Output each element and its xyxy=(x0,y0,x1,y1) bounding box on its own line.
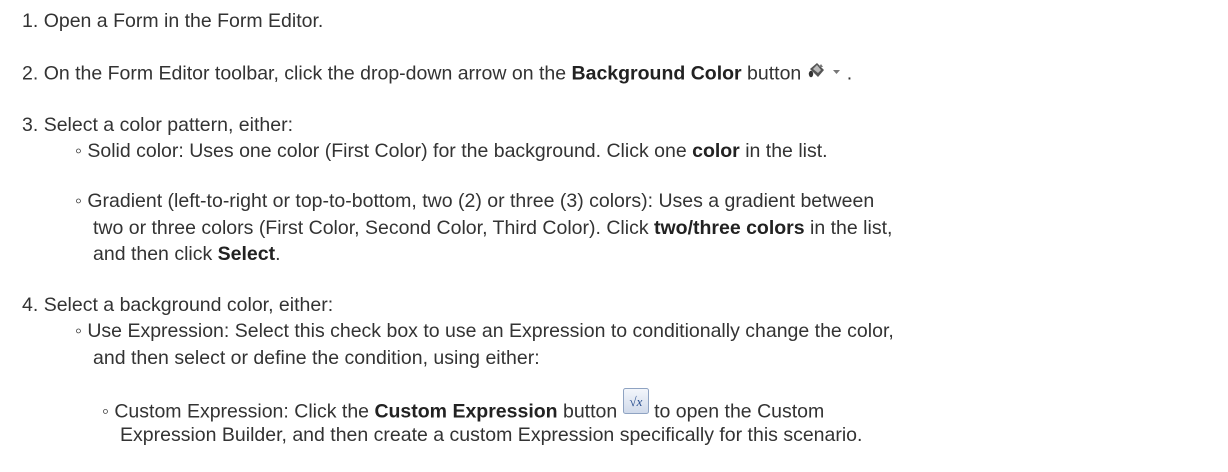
color-label: color xyxy=(692,140,740,162)
sub-2-line-1: Gradient (left-to-right or top-to-bottom… xyxy=(87,190,875,212)
step-3-sub-1: ◦ Solid color: Uses one color (First Col… xyxy=(75,138,828,164)
step-3-text: Select a color pattern, either: xyxy=(43,114,293,136)
select-label: Select xyxy=(217,243,276,265)
bullet-icon: ◦ xyxy=(75,190,82,212)
step-2-text-pre: On the Form Editor toolbar, click the dr… xyxy=(43,62,572,85)
custom-expression-line-2: Expression Builder, and then create a cu… xyxy=(120,424,863,446)
sub-1-text-pre: Solid color: Uses one color (First Color… xyxy=(87,140,693,162)
step-4-sub-1-line-2-text: and then select or define the condition,… xyxy=(93,347,540,369)
step-3-sub-2-line-3: and then click Select. xyxy=(93,241,281,267)
custom-expression-icon: √x xyxy=(622,388,649,421)
sub-2-line-3-post: . xyxy=(275,243,281,265)
step-3: 3. Select a color pattern, either: xyxy=(22,112,293,138)
sub-2-line-3-pre: and then click xyxy=(93,243,218,265)
step-4-sub-1-line-2: and then select or define the condition,… xyxy=(93,345,540,371)
bullet-icon: ◦ xyxy=(102,400,109,423)
step-2: 2. On the Form Editor toolbar, click the… xyxy=(22,60,852,89)
paint-bucket-dropdown-icon xyxy=(807,60,847,89)
sub-2-line-2-pre: two or three colors (First Color, Second… xyxy=(93,217,654,239)
step-1-number: 1. xyxy=(22,10,39,32)
step-4-text: Select a background color, either: xyxy=(43,294,334,316)
step-4-sub-sub-1-line-2: Expression Builder, and then create a cu… xyxy=(120,422,862,448)
step-3-sub-2: ◦ Gradient (left-to-right or top-to-bott… xyxy=(75,188,874,214)
custom-expression-pre: Custom Expression: Click the xyxy=(114,400,375,423)
custom-expression-tail: to open the Custom xyxy=(654,400,825,423)
help-document: 1. Open a Form in the Form Editor. 2. On… xyxy=(0,0,1228,472)
step-4-sub-1: ◦ Use Expression: Select this check box … xyxy=(75,318,894,344)
bullet-icon: ◦ xyxy=(75,140,82,162)
step-1-text: Open a Form in the Form Editor. xyxy=(43,10,324,32)
sub-1-text-post: in the list. xyxy=(739,140,828,162)
step-2-tail: . xyxy=(846,62,853,85)
bullet-icon: ◦ xyxy=(75,320,82,342)
step-3-number: 3. xyxy=(22,114,39,136)
background-color-label: Background Color xyxy=(571,62,742,85)
two-three-colors-label: two/three colors xyxy=(654,217,805,239)
step-4-number: 4. xyxy=(22,294,39,316)
custom-expression-post: button xyxy=(557,400,618,423)
custom-expression-label: Custom Expression xyxy=(374,400,558,423)
custom-expression-icon-label: √x xyxy=(629,394,642,409)
step-1: 1. Open a Form in the Form Editor. xyxy=(22,8,323,34)
step-3-sub-2-line-2: two or three colors (First Color, Second… xyxy=(93,215,892,241)
step-2-number: 2. xyxy=(22,62,39,85)
step-4-sub-1-line-1: Use Expression: Select this check box to… xyxy=(87,320,894,342)
step-2-text-post: button xyxy=(741,62,802,85)
step-4: 4. Select a background color, either: xyxy=(22,292,333,318)
sub-2-line-2-post: in the list, xyxy=(804,217,893,239)
